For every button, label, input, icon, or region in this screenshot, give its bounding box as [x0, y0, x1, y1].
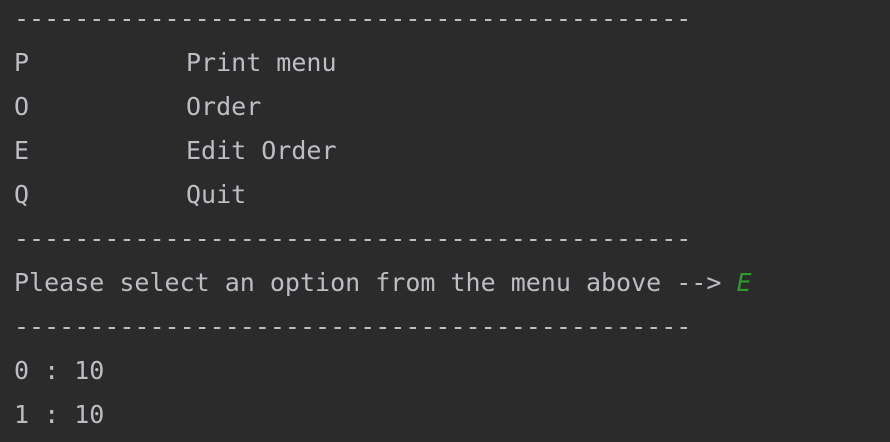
menu-key: P: [14, 48, 30, 77]
console-output: ----------------------------------------…: [0, 0, 890, 439]
prompt-line: Please select an option from the menu ab…: [14, 261, 890, 305]
separator-line: ----------------------------------------…: [14, 4, 692, 33]
menu-key: E: [14, 136, 30, 165]
menu-key: O: [14, 92, 30, 121]
menu-label: Edit Order: [186, 136, 337, 165]
menu-item-edit-order: E Edit Order: [14, 129, 890, 173]
menu-label: Print menu: [186, 48, 337, 77]
prompt-text: Please select an option from the menu ab…: [14, 268, 737, 297]
separator-line: ----------------------------------------…: [14, 312, 692, 341]
menu-key: Q: [14, 180, 30, 209]
user-input-text: E: [736, 268, 752, 297]
menu-item-print: P Print menu: [14, 41, 890, 85]
output-line: 0 : 10: [14, 356, 105, 385]
separator-line: ----------------------------------------…: [14, 224, 692, 253]
menu-label: Quit: [186, 180, 247, 209]
output-line: 1 : 10: [14, 400, 105, 429]
menu-item-order: O Order: [14, 85, 890, 129]
menu-item-quit: Q Quit: [14, 173, 890, 217]
menu-label: Order: [186, 92, 262, 121]
